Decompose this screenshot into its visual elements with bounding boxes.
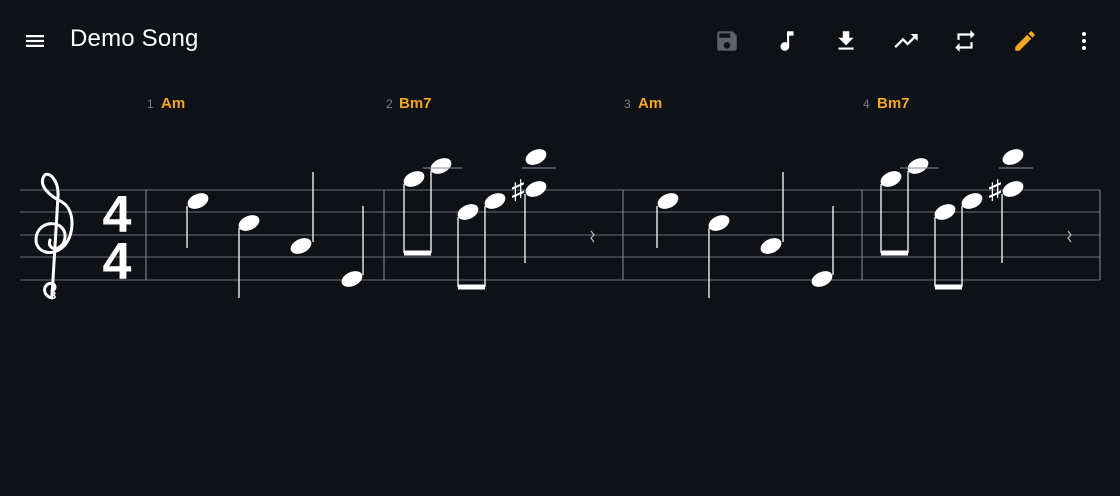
app-bar: Demo Song bbox=[0, 0, 1120, 80]
chord-symbol: Bm7 bbox=[877, 95, 910, 112]
note-head bbox=[1002, 181, 1024, 197]
note-head bbox=[934, 204, 956, 220]
download-button[interactable] bbox=[825, 20, 867, 62]
note-head bbox=[341, 271, 363, 287]
edit-button[interactable] bbox=[1004, 20, 1046, 62]
measure-labels: 1 Am 2 Bm7 3 Am 4 Bm7 bbox=[147, 95, 910, 112]
sharp-accidental: ♯ bbox=[512, 174, 525, 204]
score-view[interactable]: 8 4 4 1 Am 2 Bm7 3 Am 4 Bm7 ♯ ♯ bbox=[0, 80, 1120, 410]
rest bbox=[590, 230, 595, 243]
note-head bbox=[760, 238, 782, 254]
note-input-button[interactable] bbox=[766, 20, 808, 62]
note-head bbox=[907, 158, 929, 174]
rest bbox=[1067, 230, 1072, 243]
download-icon bbox=[838, 31, 854, 50]
beam bbox=[881, 250, 908, 256]
beam bbox=[935, 284, 962, 290]
note-head bbox=[525, 149, 547, 165]
note-head bbox=[484, 193, 506, 209]
more-options-button[interactable] bbox=[1063, 20, 1105, 62]
svg-text:8: 8 bbox=[50, 290, 56, 302]
note-head bbox=[238, 215, 260, 231]
note-head bbox=[657, 193, 679, 209]
measure-number: 1 bbox=[147, 97, 154, 111]
note-head bbox=[290, 238, 312, 254]
staff bbox=[20, 189, 1100, 281]
beam bbox=[458, 284, 485, 290]
save-icon bbox=[717, 31, 737, 51]
repeat-icon bbox=[955, 30, 975, 52]
more-vert-icon bbox=[1082, 32, 1086, 50]
menu-icon bbox=[26, 35, 44, 47]
chord-symbol: Am bbox=[638, 95, 662, 112]
menu-button[interactable] bbox=[14, 20, 56, 62]
notes-layer: ♯ ♯ bbox=[186, 149, 1072, 298]
measure-number: 3 bbox=[624, 97, 631, 111]
chord-symbol: Am bbox=[161, 95, 185, 112]
beam bbox=[404, 250, 431, 256]
pencil-icon bbox=[1015, 31, 1035, 51]
note-head bbox=[430, 158, 452, 174]
treble-clef: 8 bbox=[34, 172, 74, 302]
measure-number: 4 bbox=[863, 97, 870, 111]
trend-button[interactable] bbox=[885, 20, 927, 62]
note-head bbox=[187, 193, 209, 209]
save-button[interactable] bbox=[706, 20, 748, 62]
measure-number: 2 bbox=[386, 97, 393, 111]
note-head bbox=[525, 181, 547, 197]
note-head bbox=[811, 271, 833, 287]
song-title: Demo Song bbox=[70, 25, 199, 52]
time-signature-denominator: 4 bbox=[103, 233, 132, 291]
note-head bbox=[457, 204, 479, 220]
chord-symbol: Bm7 bbox=[399, 95, 432, 112]
time-signature: 4 4 bbox=[103, 186, 132, 291]
note-head bbox=[961, 193, 983, 209]
sharp-accidental: ♯ bbox=[989, 174, 1002, 204]
note-head bbox=[1002, 149, 1024, 165]
music-note-icon bbox=[780, 31, 794, 51]
note-head bbox=[403, 171, 425, 187]
note-head bbox=[708, 215, 730, 231]
trending-up-icon bbox=[894, 34, 918, 48]
repeat-button[interactable] bbox=[944, 20, 986, 62]
note-head bbox=[880, 171, 902, 187]
